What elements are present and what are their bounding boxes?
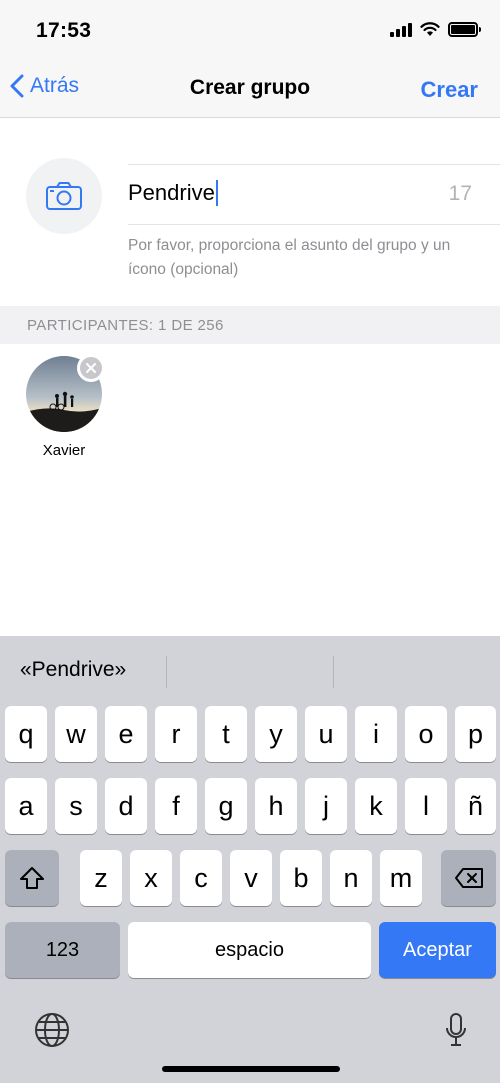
key-y[interactable]: y bbox=[255, 706, 297, 762]
remove-participant-button[interactable] bbox=[77, 354, 105, 382]
key-i[interactable]: i bbox=[355, 706, 397, 762]
wifi-icon bbox=[420, 22, 440, 36]
key-r[interactable]: r bbox=[155, 706, 197, 762]
status-bar: 17:53 bbox=[0, 0, 500, 62]
shift-icon bbox=[20, 867, 44, 889]
key-enye[interactable]: ñ bbox=[455, 778, 496, 834]
accept-key[interactable]: Aceptar bbox=[379, 922, 496, 978]
text-cursor bbox=[215, 180, 218, 206]
status-icons bbox=[390, 22, 481, 37]
subject-hint: Por favor, proporciona el asunto del gru… bbox=[128, 237, 451, 278]
backspace-icon bbox=[454, 868, 483, 888]
key-n[interactable]: n bbox=[330, 850, 372, 906]
participant-name: Xavier bbox=[42, 442, 86, 459]
key-a[interactable]: a bbox=[5, 778, 47, 834]
participants-count-label: PARTICIPANTES: 1 DE 256 bbox=[27, 317, 224, 334]
battery-icon bbox=[448, 22, 481, 37]
key-d[interactable]: d bbox=[105, 778, 147, 834]
key-s[interactable]: s bbox=[55, 778, 97, 834]
space-key[interactable]: espacio bbox=[128, 922, 371, 978]
participant-item[interactable]: Xavier bbox=[26, 354, 105, 459]
globe-icon bbox=[35, 1013, 69, 1047]
key-z[interactable]: z bbox=[80, 850, 122, 906]
numbers-key[interactable]: 123 bbox=[5, 922, 120, 978]
key-x[interactable]: x bbox=[130, 850, 172, 906]
key-u[interactable]: u bbox=[305, 706, 347, 762]
key-p[interactable]: p bbox=[455, 706, 496, 762]
key-c[interactable]: c bbox=[180, 850, 222, 906]
key-o[interactable]: o bbox=[405, 706, 447, 762]
key-f[interactable]: f bbox=[155, 778, 197, 834]
dictation-key[interactable] bbox=[436, 1010, 476, 1050]
key-q[interactable]: q bbox=[5, 706, 47, 762]
participants-header: PARTICIPANTES: 1 DE 256 bbox=[0, 306, 500, 344]
shift-key[interactable] bbox=[5, 850, 59, 906]
navigation-bar: Atrás Crear grupo Crear bbox=[0, 62, 500, 118]
key-w[interactable]: w bbox=[55, 706, 97, 762]
key-m[interactable]: m bbox=[380, 850, 422, 906]
suggestion-bar: «Pendrive» bbox=[0, 636, 500, 706]
divider bbox=[333, 656, 334, 688]
key-k[interactable]: k bbox=[355, 778, 397, 834]
cellular-signal-icon bbox=[390, 22, 412, 37]
key-h[interactable]: h bbox=[255, 778, 297, 834]
divider bbox=[128, 224, 500, 225]
divider bbox=[128, 164, 500, 165]
key-b[interactable]: b bbox=[280, 850, 322, 906]
backspace-key[interactable] bbox=[441, 850, 496, 906]
globe-key[interactable] bbox=[34, 1012, 70, 1053]
divider bbox=[166, 656, 167, 688]
key-g[interactable]: g bbox=[205, 778, 247, 834]
key-t[interactable]: t bbox=[205, 706, 247, 762]
microphone-icon bbox=[446, 1013, 466, 1046]
close-icon bbox=[86, 363, 96, 373]
group-info-section: Pendrive 17 Por favor, proporciona el as… bbox=[0, 118, 500, 306]
key-e[interactable]: e bbox=[105, 706, 147, 762]
group-subject-value: Pendrive bbox=[128, 180, 215, 205]
key-j[interactable]: j bbox=[305, 778, 347, 834]
group-subject-input[interactable]: Pendrive bbox=[128, 180, 218, 206]
key-l[interactable]: l bbox=[405, 778, 447, 834]
camera-icon bbox=[46, 182, 82, 210]
create-button[interactable]: Crear bbox=[421, 77, 478, 103]
group-photo-button[interactable] bbox=[26, 158, 102, 234]
key-v[interactable]: v bbox=[230, 850, 272, 906]
status-time: 17:53 bbox=[36, 19, 92, 42]
keyboard: «Pendrive» q w e r t y u i o p a s d f g… bbox=[0, 636, 500, 1083]
home-indicator[interactable] bbox=[162, 1066, 340, 1072]
remaining-characters: 17 bbox=[448, 182, 472, 205]
suggestion-item[interactable]: «Pendrive» bbox=[20, 658, 126, 682]
